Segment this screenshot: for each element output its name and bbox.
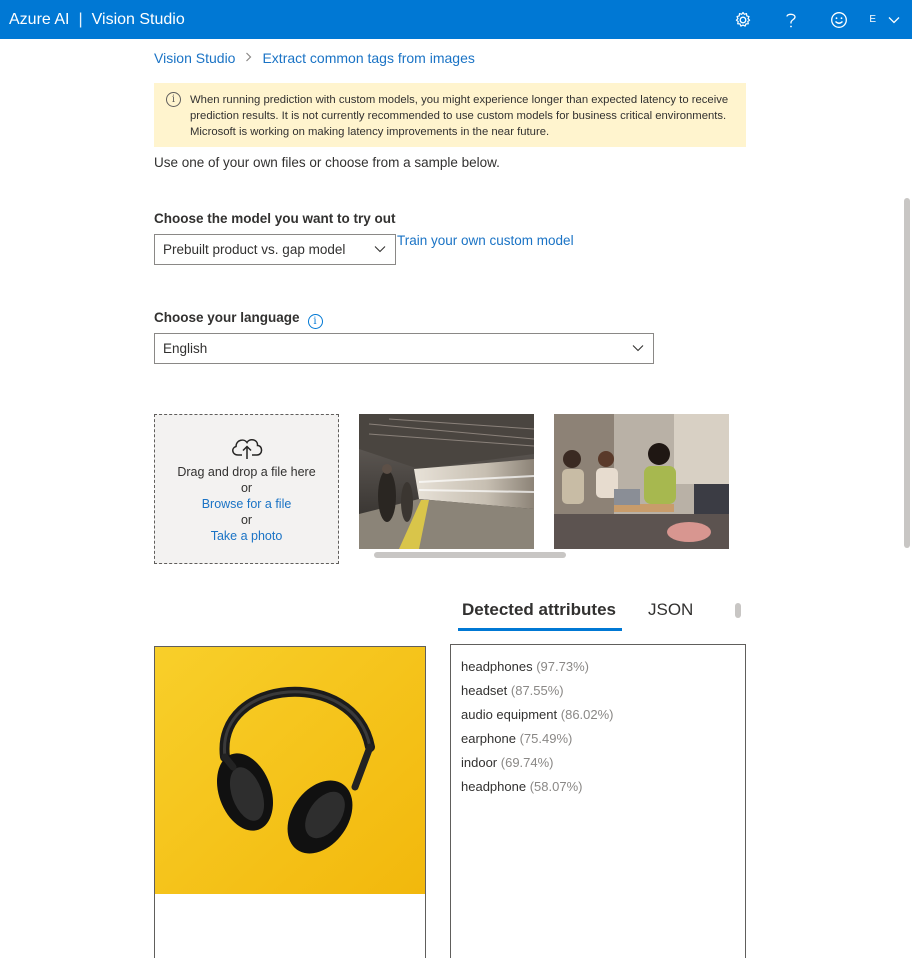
sample-image-office[interactable] bbox=[554, 414, 729, 549]
attribute-confidence: (75.49%) bbox=[519, 731, 573, 746]
train-custom-model-link[interactable]: Train your own custom model bbox=[397, 233, 574, 248]
language-dropdown[interactable]: English bbox=[154, 333, 654, 364]
gear-icon[interactable] bbox=[719, 0, 767, 39]
info-icon[interactable]: i bbox=[307, 314, 323, 329]
intro-text: Use one of your own files or choose from… bbox=[154, 155, 500, 170]
chevron-down-icon bbox=[374, 246, 386, 253]
model-label: Choose the model you want to try out bbox=[154, 211, 396, 226]
account-initial: E bbox=[869, 14, 876, 25]
chevron-down-icon bbox=[632, 345, 644, 352]
warning-text: When running prediction with custom mode… bbox=[190, 94, 729, 138]
tabs-scrollbar[interactable] bbox=[735, 603, 741, 618]
app-brand[interactable]: Azure AI | Vision Studio bbox=[0, 11, 185, 29]
brand-separator: | bbox=[78, 10, 83, 28]
tab-json[interactable]: JSON bbox=[648, 600, 693, 620]
brand-azure-ai: Azure AI bbox=[9, 10, 70, 28]
info-icon: i bbox=[166, 92, 181, 107]
list-item: headset (87.55%) bbox=[461, 679, 735, 703]
samples-scrollbar[interactable] bbox=[374, 552, 566, 558]
breadcrumb-current[interactable]: Extract common tags from images bbox=[262, 50, 474, 66]
result-image-panel bbox=[154, 646, 426, 958]
brand-vision-studio: Vision Studio bbox=[91, 10, 185, 28]
list-item: headphones (97.73%) bbox=[461, 655, 735, 679]
attribute-confidence: (87.55%) bbox=[510, 683, 564, 698]
attribute-name: headphone bbox=[461, 779, 527, 794]
attribute-name: headset bbox=[461, 683, 508, 698]
attribute-name: headphones bbox=[461, 659, 533, 674]
list-item: indoor (69.74%) bbox=[461, 751, 735, 775]
take-photo-link[interactable]: Take a photo bbox=[155, 528, 338, 544]
attribute-confidence: (58.07%) bbox=[529, 779, 583, 794]
or-text: or bbox=[240, 481, 253, 495]
top-bar-actions: E bbox=[719, 0, 912, 39]
latency-warning: i When running prediction with custom mo… bbox=[154, 83, 746, 147]
headphones-image bbox=[155, 647, 425, 894]
language-label: Choose your language bbox=[154, 310, 300, 325]
list-item: audio equipment (86.02%) bbox=[461, 703, 735, 727]
language-selected: English bbox=[163, 341, 208, 356]
tab-detected-attributes[interactable]: Detected attributes bbox=[462, 600, 616, 620]
sample-image-subway[interactable] bbox=[359, 414, 534, 549]
attribute-name: audio equipment bbox=[461, 707, 558, 722]
attribute-name: earphone bbox=[461, 731, 516, 746]
attribute-confidence: (97.73%) bbox=[536, 659, 589, 674]
drag-drop-text: Drag and drop a file here bbox=[177, 465, 316, 479]
detected-attributes-panel: headphones (97.73%) headset (87.55%) aud… bbox=[450, 644, 746, 958]
breadcrumb: Vision Studio Extract common tags from i… bbox=[154, 50, 475, 66]
chevron-down-icon bbox=[888, 16, 900, 23]
language-label-row: Choose your language i bbox=[154, 310, 323, 329]
browse-file-link[interactable]: Browse for a file bbox=[155, 496, 338, 512]
attribute-name: indoor bbox=[461, 755, 498, 770]
model-selected: Prebuilt product vs. gap model bbox=[163, 242, 346, 257]
file-dropzone[interactable]: Drag and drop a file here or Browse for … bbox=[154, 414, 339, 564]
page-scrollbar[interactable] bbox=[904, 198, 910, 548]
help-icon[interactable] bbox=[767, 0, 815, 39]
feedback-smiley-icon[interactable] bbox=[815, 0, 863, 39]
model-dropdown[interactable]: Prebuilt product vs. gap model bbox=[154, 234, 396, 265]
list-item: earphone (75.49%) bbox=[461, 727, 735, 751]
list-item: headphone (58.07%) bbox=[461, 775, 735, 799]
cloud-upload-icon bbox=[155, 433, 338, 461]
active-tab-indicator bbox=[458, 628, 622, 631]
or-text: or bbox=[240, 513, 253, 527]
top-bar: Azure AI | Vision Studio E bbox=[0, 0, 912, 39]
chevron-right-icon bbox=[245, 52, 252, 65]
attribute-confidence: (69.74%) bbox=[500, 755, 554, 770]
account-menu[interactable]: E bbox=[863, 14, 912, 25]
breadcrumb-vision-studio[interactable]: Vision Studio bbox=[154, 50, 235, 66]
attribute-confidence: (86.02%) bbox=[560, 707, 614, 722]
